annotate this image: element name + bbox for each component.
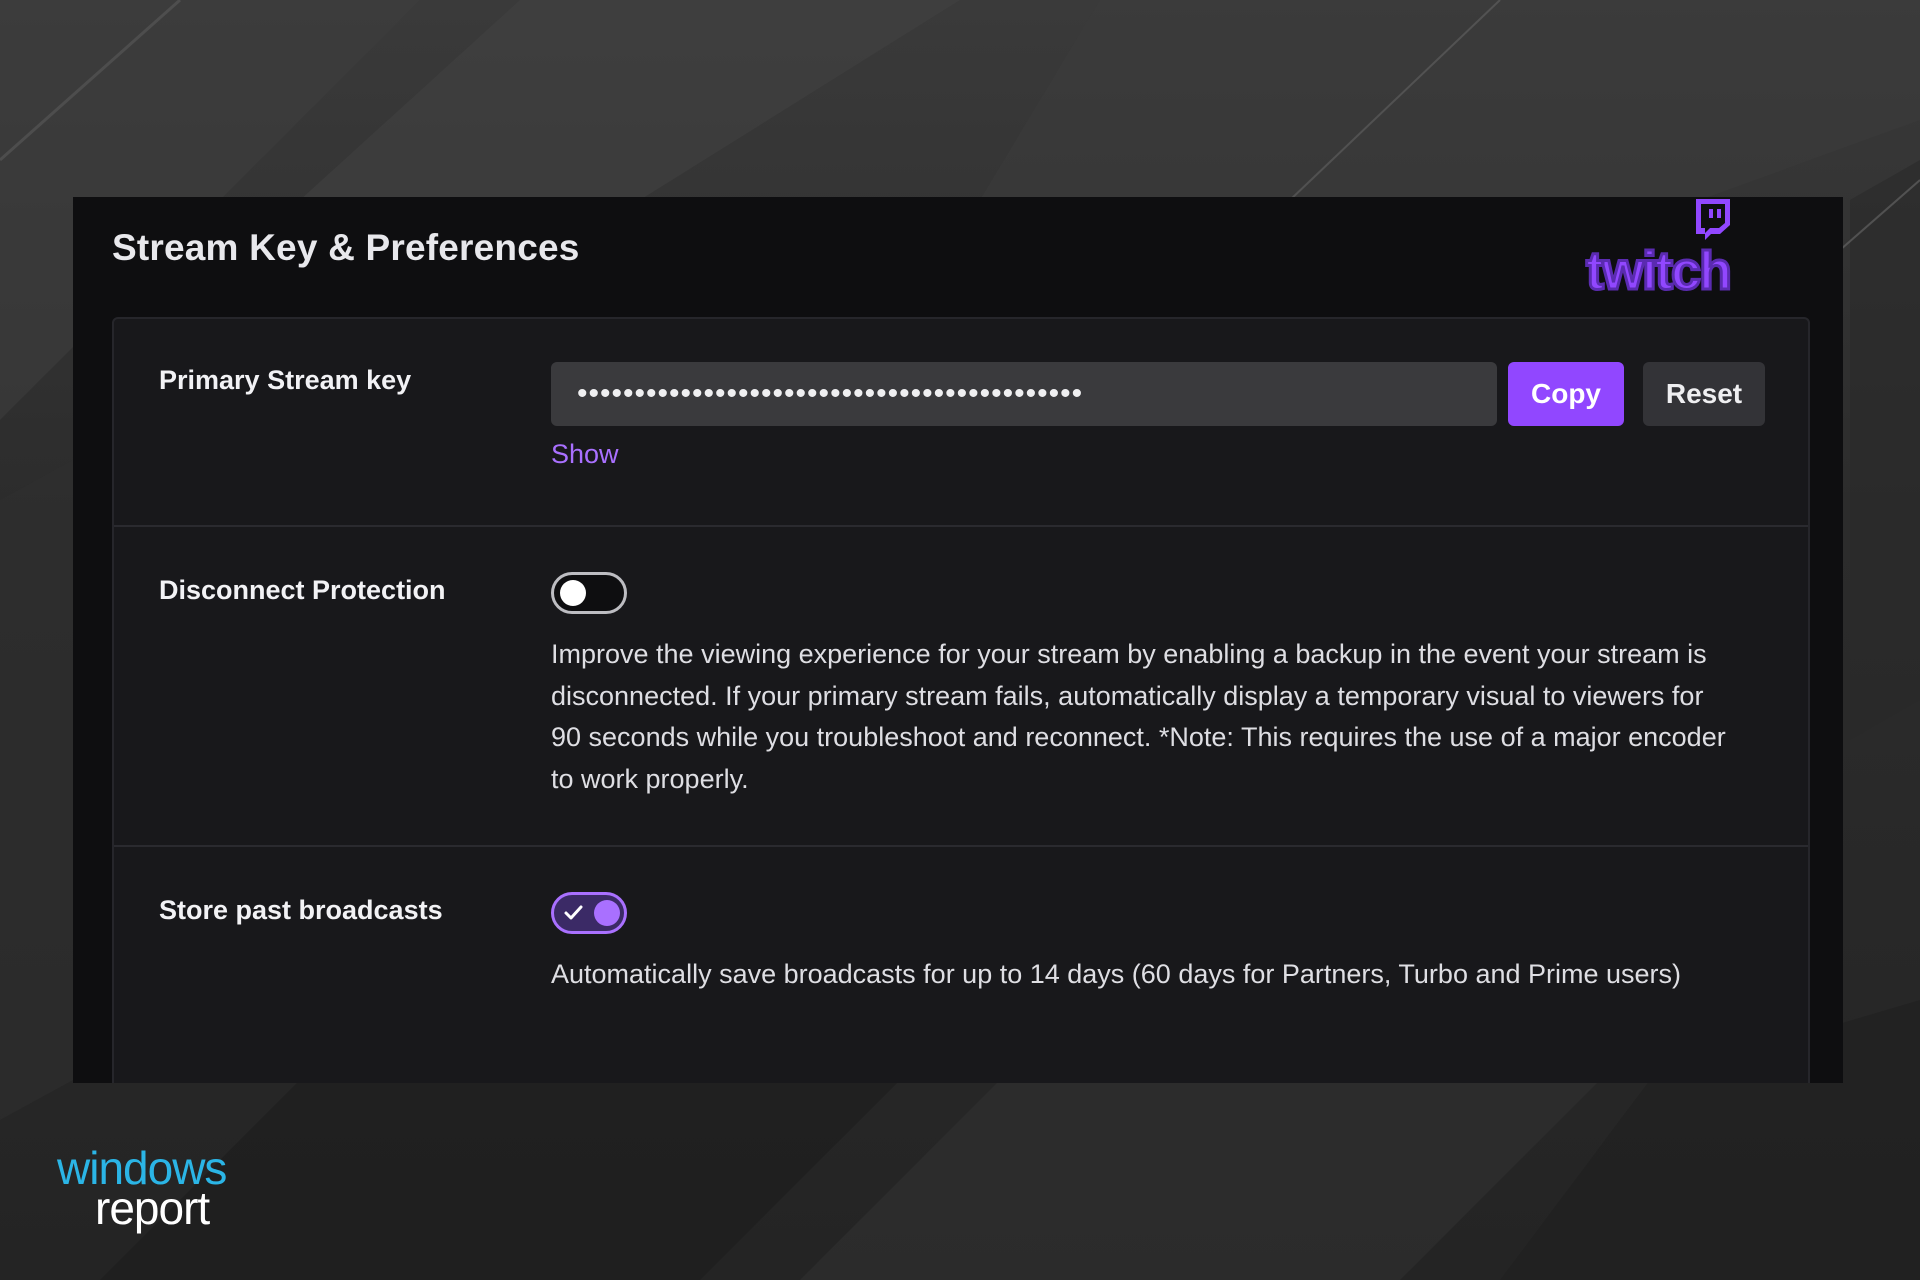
store-past-broadcasts-row: Store past broadcasts Automatically save… (114, 847, 1808, 1083)
stream-key-field[interactable]: ••••••••••••••••••••••••••••••••••••••••… (551, 362, 1497, 426)
disconnect-protection-row: Disconnect Protection Improve the viewin… (114, 527, 1808, 847)
checkmark-icon (564, 905, 583, 920)
settings-card: Primary Stream key •••••••••••••••••••••… (112, 317, 1810, 1083)
stream-key-row: Primary Stream key •••••••••••••••••••••… (114, 319, 1808, 527)
stream-key-preferences-panel: Stream Key & Preferences twitch Primary … (73, 197, 1843, 1083)
twitch-logo-text: twitch (1586, 241, 1730, 297)
store-past-broadcasts-description: Automatically save broadcasts for up to … (551, 959, 1682, 989)
disconnect-protection-label: Disconnect Protection (159, 575, 446, 605)
copy-button[interactable]: Copy (1508, 362, 1624, 426)
toggle-knob (560, 580, 586, 606)
store-past-broadcasts-toggle[interactable] (551, 892, 627, 934)
show-key-link[interactable]: Show (551, 439, 619, 470)
reset-button[interactable]: Reset (1643, 362, 1765, 426)
page-title: Stream Key & Preferences (112, 227, 580, 268)
stream-key-label: Primary Stream key (159, 365, 412, 395)
toggle-knob (594, 900, 620, 926)
disconnect-protection-description: Improve the viewing experience for your … (551, 639, 1726, 794)
store-past-broadcasts-label: Store past broadcasts (159, 895, 443, 925)
windows-report-watermark: windows report (57, 1145, 267, 1235)
disconnect-protection-toggle[interactable] (551, 572, 627, 614)
watermark-line-report: report (95, 1182, 210, 1234)
twitch-logo: twitch (1585, 199, 1734, 297)
